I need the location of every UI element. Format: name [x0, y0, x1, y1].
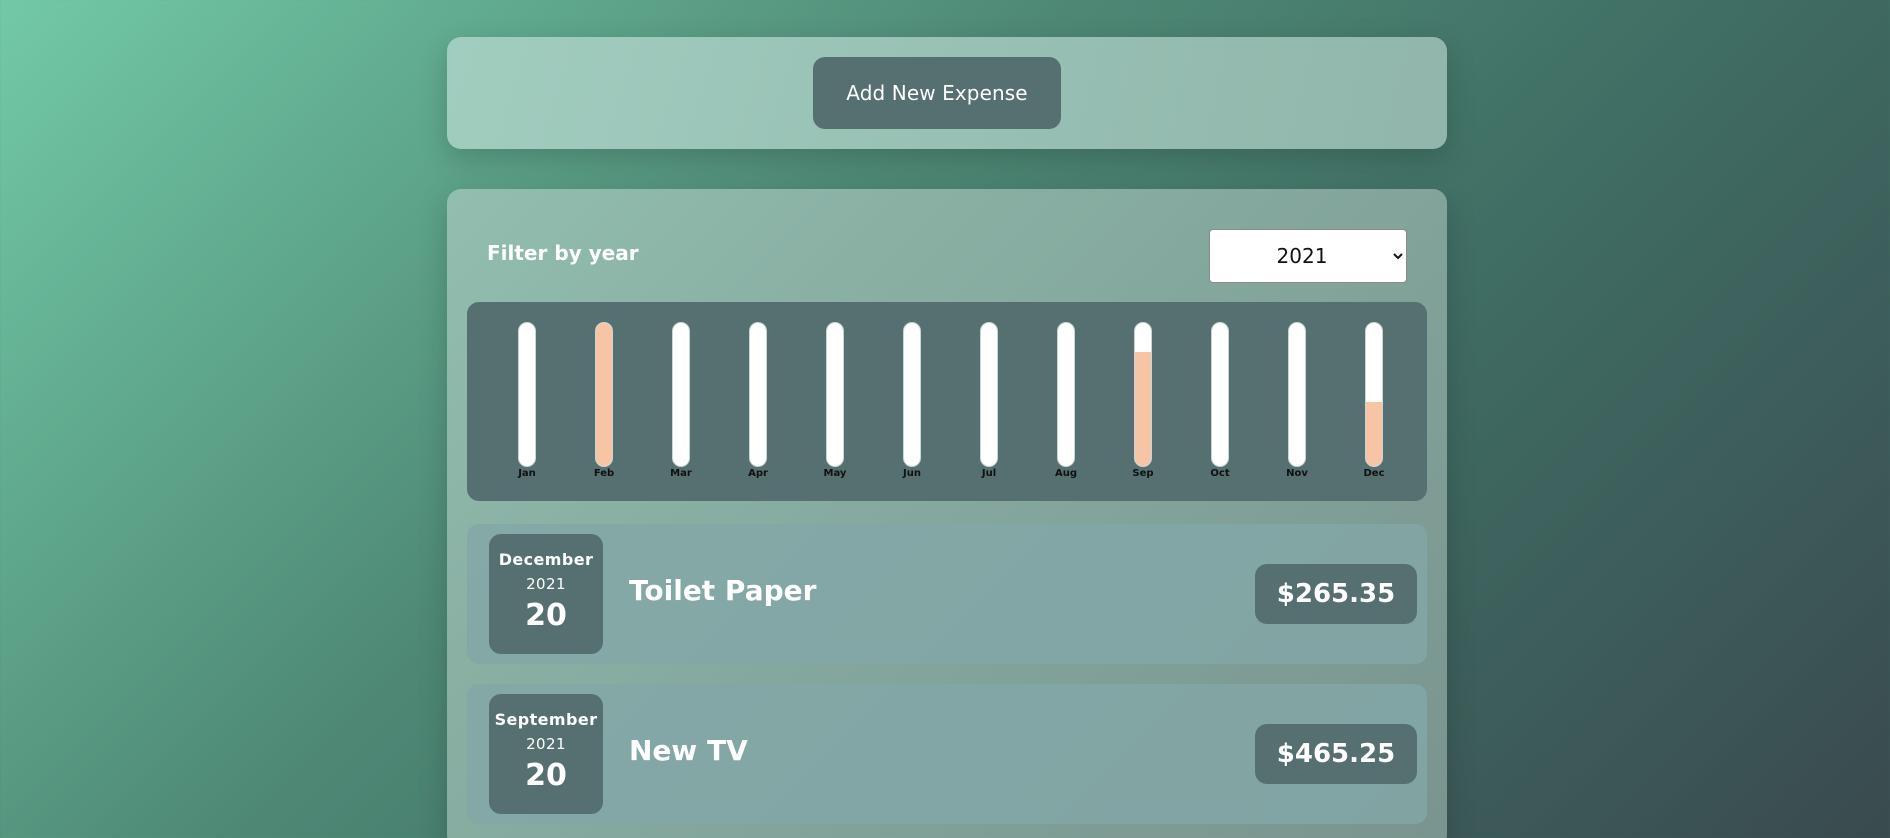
chart-bar-label: Dec [1363, 468, 1385, 479]
chart-bar-label: Oct [1210, 468, 1230, 479]
chart-bar-nov: Nov [1267, 302, 1327, 501]
chart-bar-jun: Jun [882, 302, 942, 501]
chart-bar-track [672, 322, 690, 467]
new-expense-panel: Add New Expense [447, 37, 1447, 149]
expense-date-day: 20 [525, 758, 567, 793]
chart-bar-label: Jul [981, 468, 997, 479]
chart-bar-track [1057, 322, 1075, 467]
chart-bar-apr: Apr [728, 302, 788, 501]
expenses-chart: Jan Feb Mar Apr May Jun Jul Aug Sep Oct Nov Dec [467, 302, 1427, 501]
chart-bar-oct: Oct [1190, 302, 1250, 501]
chart-bar-feb: Feb [574, 302, 634, 501]
expenses-panel: Filter by year 2021 Jan Feb Mar Apr May Jun Ju… [447, 189, 1447, 838]
chart-bar-fill [1135, 351, 1151, 466]
chart-bar-sep: Sep [1113, 302, 1173, 501]
expense-item[interactable]: September 2021 20 New TV $465.25 [467, 684, 1427, 824]
chart-bar-label: Mar [670, 468, 692, 479]
expense-item[interactable]: December 2021 20 Toilet Paper $265.35 [467, 524, 1427, 664]
chart-bar-track [903, 322, 921, 467]
chart-bar-mar: Mar [651, 302, 711, 501]
chart-bar-track [518, 322, 536, 467]
chart-bar-label: May [823, 468, 847, 479]
chart-bar-track [1211, 322, 1229, 467]
chart-bar-label: Feb [593, 468, 615, 479]
expense-date: December 2021 20 [489, 534, 603, 654]
expense-date-month: September [494, 710, 598, 729]
chart-bar-track [1365, 322, 1383, 467]
chart-bar-label: Jan [518, 468, 536, 479]
chart-bar-track [826, 322, 844, 467]
expense-date-month: December [498, 550, 594, 569]
chart-bar-dec: Dec [1344, 302, 1404, 501]
chart-bar-track [749, 322, 767, 467]
chart-bar-track [980, 322, 998, 467]
chart-bar-aug: Aug [1036, 302, 1096, 501]
expense-price: $465.25 [1255, 724, 1417, 784]
chart-bar-jul: Jul [959, 302, 1019, 501]
chart-bar-track [595, 322, 613, 467]
expense-title: Toilet Paper [629, 574, 817, 607]
chart-bar-label: Nov [1286, 468, 1308, 479]
chart-bar-track [1134, 322, 1152, 467]
year-filter-select[interactable]: 2021 [1209, 229, 1407, 283]
expense-title: New TV [629, 734, 748, 767]
chart-bar-track [1288, 322, 1306, 467]
expense-date: September 2021 20 [489, 694, 603, 814]
chart-bar-jan: Jan [497, 302, 557, 501]
chart-bar-label: Jun [903, 468, 921, 479]
add-new-expense-button[interactable]: Add New Expense [813, 57, 1061, 129]
chart-bar-may: May [805, 302, 865, 501]
chart-bar-label: Sep [1132, 468, 1154, 479]
expense-date-day: 20 [525, 598, 567, 633]
filter-by-year-label: Filter by year [487, 241, 639, 265]
expense-date-year: 2021 [526, 735, 566, 753]
chart-bar-fill [1366, 401, 1382, 466]
chart-bar-fill [596, 323, 612, 466]
expense-price: $265.35 [1255, 564, 1417, 624]
chart-bar-label: Aug [1054, 468, 1078, 479]
expense-date-year: 2021 [526, 575, 566, 593]
chart-bar-label: Apr [748, 468, 768, 479]
